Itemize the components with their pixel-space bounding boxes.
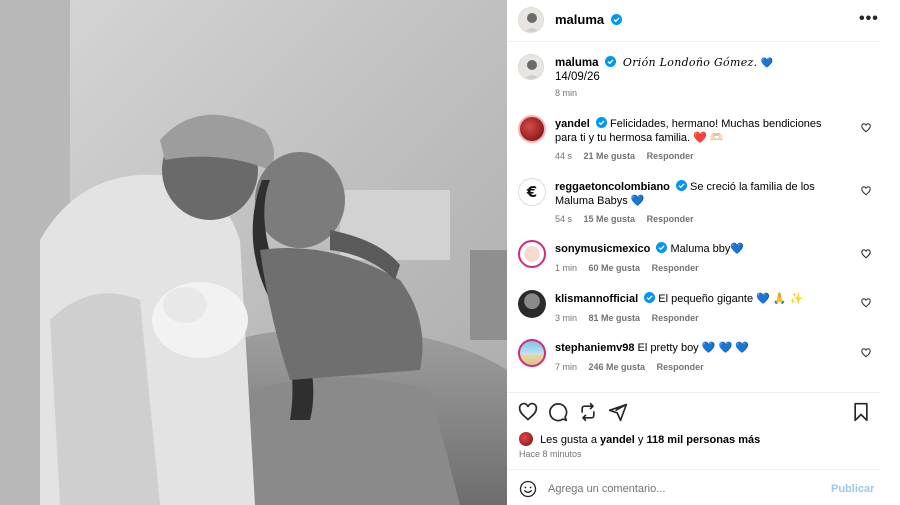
publish-button[interactable]: Publicar (831, 483, 874, 495)
post-photo-illustration (0, 0, 507, 505)
comment-time: 54 s (555, 214, 573, 224)
like-heart-icon[interactable] (518, 402, 538, 422)
verified-badge-icon (610, 14, 622, 25)
likes-count[interactable]: 118 mil personas más (646, 434, 760, 446)
post-header: maluma ••• (507, 0, 880, 42)
caption-text: Orión Londoño Gómez. (622, 56, 758, 69)
post-age: Hace 8 minutos (519, 449, 582, 459)
comment-likes[interactable]: 81 Me gusta (589, 313, 641, 323)
caption-username[interactable]: maluma (555, 57, 598, 69)
comment-like-heart-icon[interactable] (861, 186, 871, 196)
verified-badge-icon (675, 180, 687, 191)
comment-meta: 7 min 246 Me gusta Responder (555, 362, 713, 372)
comment-username[interactable]: reggaetoncolombiano (555, 181, 670, 193)
verified-badge-icon (604, 56, 616, 67)
caption-line: maluma Orión Londoño Gómez. 💙 (555, 56, 773, 69)
comment-body: sonymusicmexico Maluma bby💙 (555, 242, 845, 256)
post-photo (0, 0, 507, 505)
verified-badge-icon (595, 117, 607, 128)
comment-reply-button[interactable]: Responder (647, 151, 694, 161)
comment-likes[interactable]: 60 Me gusta (589, 263, 641, 273)
author-avatar[interactable] (518, 7, 544, 33)
comment-time: 7 min (555, 362, 578, 372)
comment-meta: 3 min 81 Me gusta Responder (555, 313, 708, 323)
comment-like-heart-icon[interactable] (861, 298, 871, 308)
likes-prefix: Les gusta a (540, 434, 597, 446)
share-paper-plane-icon[interactable] (608, 402, 628, 422)
verified-badge-icon (644, 292, 656, 303)
comment-reply-button[interactable]: Responder (647, 214, 694, 224)
comment-like-heart-icon[interactable] (861, 123, 871, 133)
comment-username[interactable]: sonymusicmexico (555, 243, 650, 255)
comment-composer: Publicar (507, 469, 880, 505)
likes-user[interactable]: yandel (600, 434, 635, 446)
likes-summary: Les gusta a yandel y 118 mil personas má… (519, 432, 760, 446)
comment-likes[interactable]: 15 Me gusta (584, 214, 636, 224)
comment-username[interactable]: yandel (555, 118, 590, 130)
comment-like-heart-icon[interactable] (861, 249, 871, 259)
comment-likes[interactable]: 21 Me gusta (584, 151, 636, 161)
comment-avatar[interactable] (518, 115, 546, 143)
author-username-text[interactable]: maluma (555, 12, 604, 27)
comment-bubble-icon[interactable] (548, 402, 568, 422)
comment-body: klismannofficial El pequeño gigante 💙 🙏 … (555, 292, 845, 306)
comment-username[interactable]: stephaniemv98 (555, 342, 634, 354)
caption-timestamp: 8 min (555, 88, 578, 98)
comment-reply-button[interactable]: Responder (652, 313, 699, 323)
more-options-button[interactable]: ••• (859, 10, 879, 28)
comment-avatar[interactable] (518, 339, 546, 367)
comment-reply-button[interactable]: Responder (652, 263, 699, 273)
caption-date: 14/09/26 (555, 71, 600, 83)
comment-likes[interactable]: 246 Me gusta (589, 362, 646, 372)
caption-heart: 💙 (760, 58, 774, 69)
comment-meta: 44 s 21 Me gusta Responder (555, 151, 703, 161)
comment-username[interactable]: klismannofficial (555, 293, 638, 305)
comment-meta: 54 s 15 Me gusta Responder (555, 214, 703, 224)
comment-avatar[interactable] (518, 290, 546, 318)
comment-text: Maluma bby💙 (670, 243, 745, 255)
comment-time: 1 min (555, 263, 578, 273)
comment-body: stephaniemv98 El pretty boy 💙 💙 💙 (555, 341, 845, 355)
likes-connector: y (637, 434, 644, 446)
svg-text:€: € (526, 183, 537, 201)
liker-avatar[interactable] (519, 432, 533, 446)
comment-reply-button[interactable]: Responder (657, 362, 704, 372)
comment-text: El pequeño gigante 💙 🙏 ✨ (658, 293, 804, 305)
comment-text: El pretty boy 💙 💙 💙 (637, 342, 749, 354)
repost-icon[interactable] (578, 402, 598, 422)
emoji-icon[interactable] (519, 480, 537, 498)
verified-badge-icon (656, 242, 668, 253)
comment-meta: 1 min 60 Me gusta Responder (555, 263, 708, 273)
comment-like-heart-icon[interactable] (861, 348, 871, 358)
post-actions (507, 392, 880, 426)
comment-time: 3 min (555, 313, 578, 323)
author-username[interactable]: maluma (555, 12, 622, 27)
comment-time: 44 s (555, 151, 573, 161)
post-sidebar: maluma ••• maluma Orión Londoño Gómez. 💙… (507, 0, 900, 505)
save-bookmark-icon[interactable] (851, 402, 871, 422)
comment-input[interactable] (548, 479, 818, 499)
caption-avatar[interactable] (518, 54, 544, 80)
comment-body: reggaetoncolombiano Se creció la familia… (555, 180, 845, 208)
comment-avatar[interactable] (518, 240, 546, 268)
comment-body: yandel Felicidades, hermano! Muchas bend… (555, 117, 845, 145)
comment-avatar[interactable]: € (518, 178, 546, 206)
